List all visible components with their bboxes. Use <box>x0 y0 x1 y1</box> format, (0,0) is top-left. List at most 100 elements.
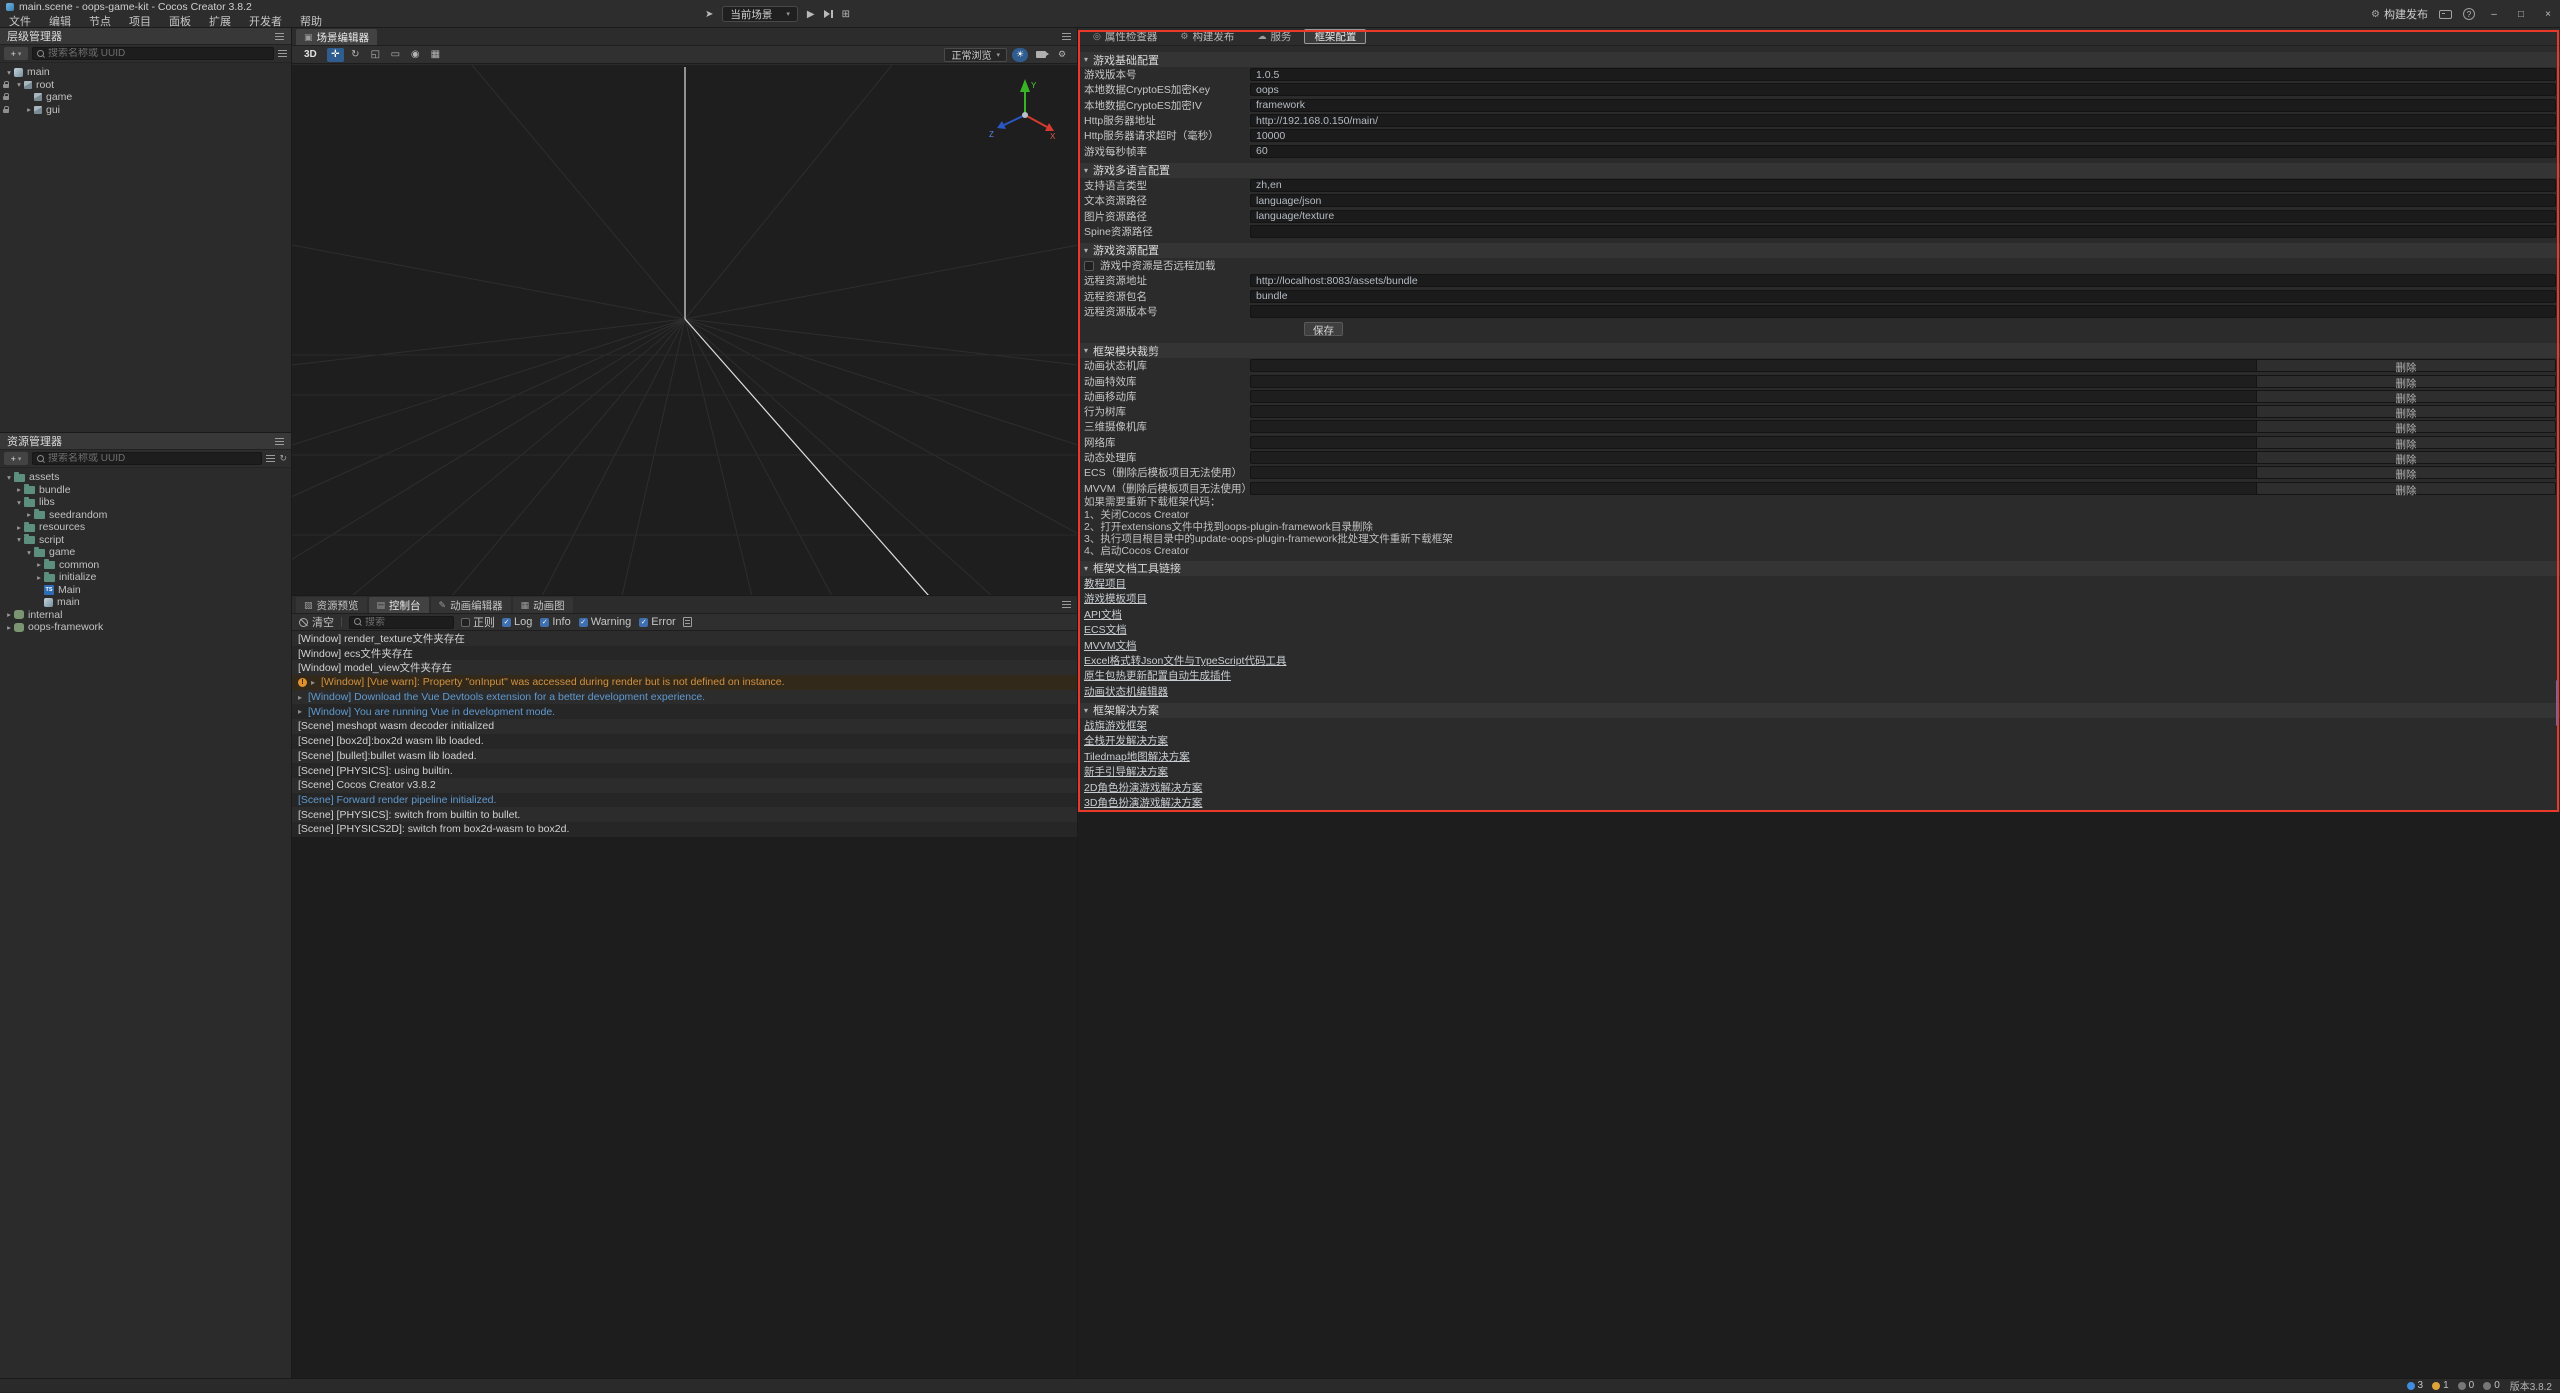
terminal-icon[interactable] <box>2439 10 2452 19</box>
field-input[interactable] <box>1250 129 2556 142</box>
minimize-button[interactable]: – <box>2486 9 2502 20</box>
hierarchy-node[interactable]: ▸ gui <box>0 104 291 117</box>
status-badge[interactable]: 0 <box>2483 1380 2500 1391</box>
field-input[interactable] <box>1250 194 2556 207</box>
hierarchy-node[interactable]: ▾ root <box>0 79 291 92</box>
filter-checkbox[interactable] <box>639 618 648 627</box>
asset-node[interactable]: ▾ game <box>0 546 291 559</box>
field-input[interactable] <box>1250 145 2556 158</box>
help-icon[interactable]: ? <box>2463 8 2475 20</box>
doc-link[interactable]: 教程项目 <box>1084 576 1126 591</box>
status-badge[interactable]: 1 <box>2432 1380 2449 1391</box>
log-filter[interactable]: Log <box>502 616 532 628</box>
expand-arrow[interactable]: ▸ <box>4 610 14 619</box>
asset-node[interactable]: ▸ resources <box>0 521 291 534</box>
status-badge[interactable]: 0 <box>2458 1380 2475 1391</box>
light-toggle-icon[interactable]: ☀ <box>1012 48 1028 62</box>
asset-node[interactable]: ▾ assets <box>0 471 291 484</box>
search-field[interactable] <box>32 452 262 465</box>
step-button[interactable] <box>824 10 833 18</box>
doc-link[interactable]: 新手引导解决方案 <box>1084 764 1168 779</box>
delete-button[interactable]: 删除 <box>2256 405 2556 418</box>
log-entry[interactable]: [Scene] [PHYSICS]: switch from builtin t… <box>292 807 1077 822</box>
menu-item[interactable]: 节点 <box>80 14 120 28</box>
collapse-logs-icon[interactable] <box>683 617 692 627</box>
delete-button[interactable]: 删除 <box>2256 482 2556 495</box>
filter-checkbox[interactable] <box>579 618 588 627</box>
delete-button[interactable]: 删除 <box>2256 466 2556 479</box>
log-entry[interactable]: [Scene] [PHYSICS2D]: switch from box2d-w… <box>292 822 1077 837</box>
doc-link[interactable]: ECS文档 <box>1084 622 1127 637</box>
panel-menu-icon[interactable] <box>275 438 284 445</box>
build-publish-button[interactable]: ⚙ 构建发布 <box>2371 6 2428 22</box>
inspector-tab[interactable]: 属性检查器 <box>1083 29 1167 44</box>
close-button[interactable]: × <box>2540 9 2556 20</box>
doc-link[interactable]: 原生包热更新配置自动生成插件 <box>1084 668 1231 683</box>
asset-node[interactable]: ▾ script <box>0 534 291 547</box>
section-header[interactable]: ▾ 游戏基础配置 <box>1078 52 2560 67</box>
log-entry[interactable]: ▸ [Window] You are running Vue in develo… <box>292 704 1077 719</box>
menu-item[interactable]: 项目 <box>120 14 160 28</box>
doc-link[interactable]: Tiledmap地图解决方案 <box>1084 749 1190 764</box>
log-entry[interactable]: [Scene] meshopt wasm decoder initialized <box>292 719 1077 734</box>
asset-node[interactable]: ▸ common <box>0 559 291 572</box>
tool-button[interactable] <box>367 48 384 62</box>
tool-button[interactable] <box>407 48 424 62</box>
scrollbar[interactable] <box>2556 680 2559 726</box>
scene-select[interactable]: 当前场景 ▾ <box>722 6 798 22</box>
field-input[interactable] <box>1250 68 2556 81</box>
expand-arrow[interactable]: ▸ <box>14 523 24 532</box>
regex-checkbox[interactable] <box>461 618 470 627</box>
expand-arrow[interactable]: ▾ <box>14 535 24 544</box>
field-input[interactable] <box>1250 99 2556 112</box>
doc-link[interactable]: 2D角色扮演游戏解决方案 <box>1084 780 1202 795</box>
field-input[interactable] <box>1250 290 2556 303</box>
delete-button[interactable]: 删除 <box>2256 420 2556 433</box>
layout-grid-icon[interactable]: ⊞ <box>842 9 850 20</box>
menu-item[interactable]: 文件 <box>0 14 40 28</box>
log-expander[interactable]: ▸ <box>311 678 321 687</box>
inspector-tab[interactable]: 服务 <box>1247 29 1301 44</box>
console-tab[interactable]: 资源预览 <box>296 597 367 613</box>
expand-arrow[interactable]: ▸ <box>24 105 34 114</box>
tool-button[interactable] <box>327 48 344 62</box>
delete-button[interactable]: 删除 <box>2256 390 2556 403</box>
log-entry[interactable]: ▸ [Window] Download the Vue Devtools ext… <box>292 690 1077 705</box>
menu-item[interactable]: 开发者 <box>240 14 291 28</box>
asset-node[interactable]: ▸ seedrandom <box>0 509 291 522</box>
log-entry[interactable]: [Window] model_view文件夹存在 <box>292 660 1077 675</box>
log-expander[interactable]: ▸ <box>298 707 308 716</box>
menu-item[interactable]: 编辑 <box>40 14 80 28</box>
asset-node[interactable]: main <box>0 596 291 609</box>
field-input[interactable] <box>1250 210 2556 223</box>
status-badge[interactable]: 3 <box>2407 1380 2424 1391</box>
inspector-tab[interactable]: 构建发布 <box>1170 29 1244 44</box>
log-entry[interactable]: [Scene] [bullet]:bullet wasm lib loaded. <box>292 749 1077 764</box>
asset-node[interactable]: Main <box>0 584 291 597</box>
create-node-button[interactable]: +▾ <box>4 47 28 60</box>
save-button[interactable]: 保存 <box>1304 322 1343 336</box>
gear-icon[interactable]: ⚙ <box>1054 48 1070 62</box>
expand-arrow[interactable]: ▸ <box>14 485 24 494</box>
log-entry[interactable]: [Scene] Forward render pipeline initiali… <box>292 793 1077 808</box>
delete-button[interactable]: 删除 <box>2256 375 2556 388</box>
tab-scene-editor[interactable]: 场景编辑器 <box>296 29 377 45</box>
section-header[interactable]: ▾ 框架模块裁剪 <box>1078 343 2560 358</box>
log-filter[interactable]: Warning <box>579 616 632 628</box>
log-entry[interactable]: [Scene] [PHYSICS]: using builtin. <box>292 763 1077 778</box>
hierarchy-node[interactable]: ▾ main <box>0 66 291 79</box>
expand-arrow[interactable]: ▾ <box>4 473 14 482</box>
expand-arrow[interactable]: ▾ <box>14 80 24 89</box>
remote-load-checkbox[interactable] <box>1084 261 1094 271</box>
assets-search-input[interactable] <box>48 453 257 464</box>
doc-link[interactable]: 3D角色扮演游戏解决方案 <box>1084 795 1202 810</box>
section-header[interactable]: ▾ 游戏多语言配置 <box>1078 163 2560 178</box>
tool-button[interactable] <box>347 48 364 62</box>
hierarchy-node[interactable]: game <box>0 91 291 104</box>
clear-console-button[interactable]: 清空 <box>299 614 334 630</box>
expand-arrow[interactable]: ▸ <box>4 623 14 632</box>
expand-arrow[interactable]: ▾ <box>24 548 34 557</box>
section-header[interactable]: ▾ 框架文档工具链接 <box>1078 561 2560 576</box>
doc-link[interactable]: 动画状态机编辑器 <box>1084 684 1168 699</box>
camera-icon[interactable] <box>1033 48 1049 62</box>
